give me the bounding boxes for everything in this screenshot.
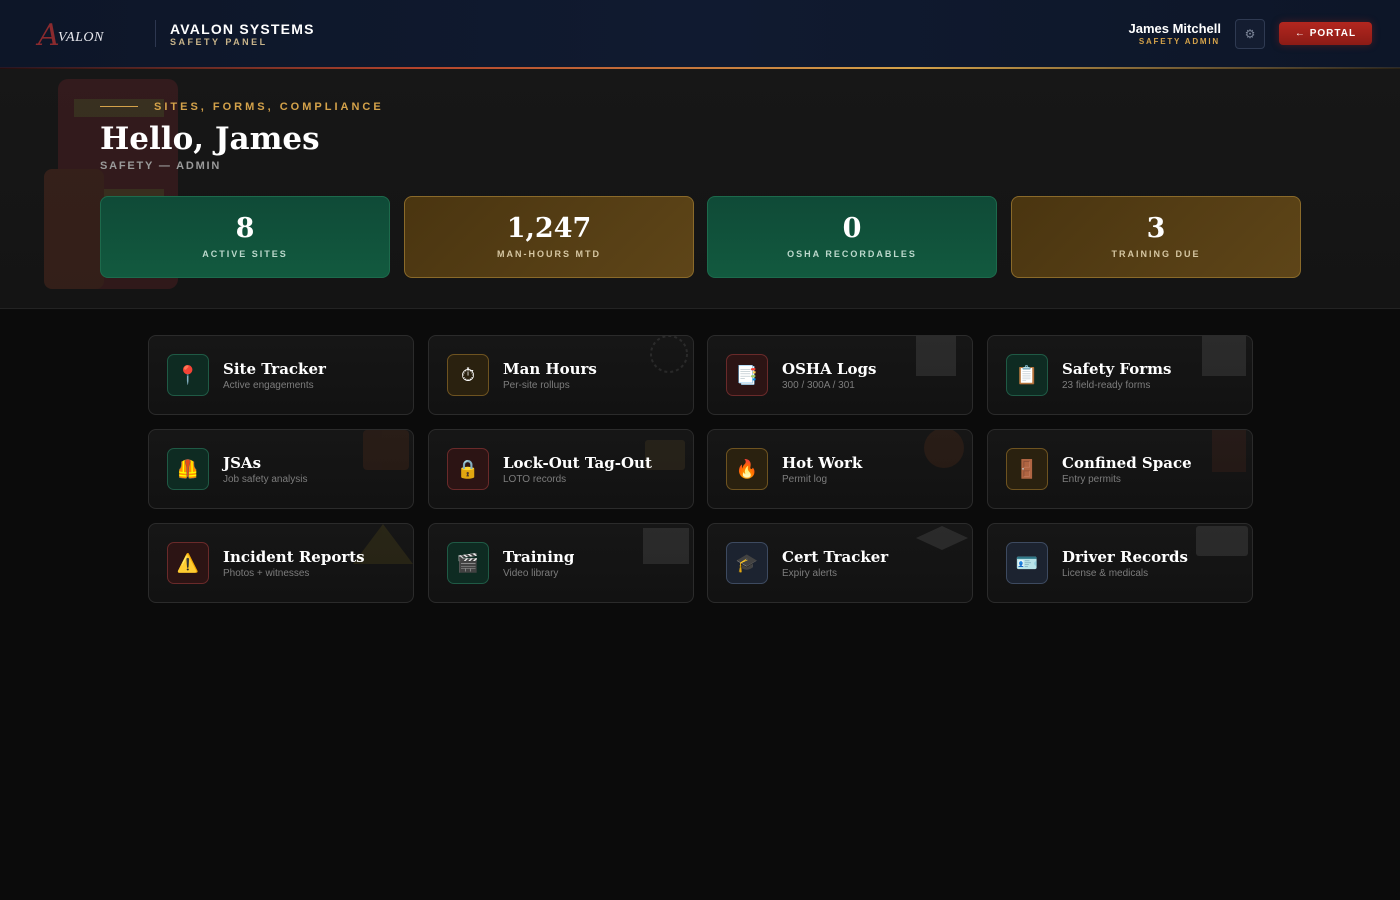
fire-icon: 🔥 (726, 448, 768, 490)
tile-man-hours[interactable]: ⏱ Man Hours Per-site rollups (428, 335, 694, 415)
eyebrow-text: SITES, FORMS, COMPLIANCE (154, 101, 384, 113)
tile-subtitle: Expiry alerts (782, 568, 838, 579)
stat-card-active-sites[interactable]: 8 ACTIVE SITES (100, 196, 390, 278)
tile-subtitle: 300 / 300A / 301 (782, 380, 855, 391)
user-name: James Mitchell (1128, 21, 1222, 36)
gear-icon: ⚙ (1244, 27, 1256, 41)
portal-button[interactable]: ← PORTAL (1279, 22, 1372, 45)
hero-section: SITES, FORMS, COMPLIANCE Hello, James SA… (0, 69, 1400, 309)
tile-subtitle: LOTO records (503, 474, 567, 485)
clapperboard-icon: 🎬 (447, 542, 489, 584)
graduation-cap-ghost-icon (916, 526, 968, 550)
page-title: Hello, James (100, 121, 320, 157)
tile-title: Site Tracker (223, 360, 326, 378)
clapperboard-ghost-icon (643, 528, 689, 564)
stat-value: 8 (235, 213, 255, 244)
door-ghost-icon (1212, 430, 1246, 472)
tile-title: Training (503, 548, 575, 566)
avalon-logo[interactable]: A VALON (38, 20, 118, 52)
fire-ghost-icon (924, 430, 964, 468)
tile-title: Confined Space (1062, 454, 1192, 472)
tile-confined-space[interactable]: 🚪 Confined Space Entry permits (987, 429, 1253, 509)
brand-divider (155, 20, 156, 47)
stat-label: MAN-HOURS MTD (497, 249, 601, 259)
tile-subtitle: Photos + witnesses (223, 568, 310, 579)
map-pin-icon: 📍 (167, 354, 209, 396)
top-header: A VALON AVALON SYSTEMS SAFETY PANEL Jame… (0, 0, 1400, 68)
tile-incident-reports[interactable]: ⚠️ Incident Reports Photos + witnesses (148, 523, 414, 603)
id-card-icon: 🪪 (1006, 542, 1048, 584)
brand-subtitle: SAFETY PANEL (170, 37, 268, 47)
brand-title: AVALON SYSTEMS (170, 21, 315, 37)
tile-subtitle: Job safety analysis (223, 474, 308, 485)
tile-title: OSHA Logs (782, 360, 877, 378)
safety-vest-icon: 🦺 (167, 448, 209, 490)
door-icon: 🚪 (1006, 448, 1048, 490)
graduation-cap-icon: 🎓 (726, 542, 768, 584)
stat-card-man-hours[interactable]: 1,247 MAN-HOURS MTD (404, 196, 694, 278)
tile-subtitle: Video library (503, 568, 559, 579)
eyebrow-line (100, 106, 138, 107)
stat-card-training-due[interactable]: 3 TRAINING DUE (1011, 196, 1301, 278)
settings-button[interactable]: ⚙ (1235, 19, 1265, 49)
document-ghost-icon (916, 336, 956, 376)
tile-title: Hot Work (782, 454, 863, 472)
role-line: SAFETY — ADMIN (100, 160, 222, 172)
tile-jsas[interactable]: 🦺 JSAs Job safety analysis (148, 429, 414, 509)
tile-subtitle: Active engagements (223, 380, 314, 391)
document-icon: 📑 (726, 354, 768, 396)
warning-icon: ⚠️ (167, 542, 209, 584)
logo-letter: A (38, 18, 60, 53)
vest-ghost-icon (363, 430, 409, 470)
clipboard-ghost-icon (1202, 336, 1246, 376)
id-card-ghost-icon (1196, 526, 1248, 556)
tile-driver-records[interactable]: 🪪 Driver Records License & medicals (987, 523, 1253, 603)
tile-subtitle: 23 field-ready forms (1062, 380, 1151, 391)
tile-subtitle: Per-site rollups (503, 380, 570, 391)
padlock-icon: 🔒 (447, 448, 489, 490)
tile-training[interactable]: 🎬 Training Video library (428, 523, 694, 603)
stat-value: 3 (1146, 213, 1166, 244)
stat-label: OSHA RECORDABLES (787, 249, 917, 259)
tile-title: Driver Records (1062, 548, 1188, 566)
stat-value: 1,247 (506, 213, 592, 244)
tile-hot-work[interactable]: 🔥 Hot Work Permit log (707, 429, 973, 509)
stopwatch-ghost-icon (650, 336, 688, 373)
tile-title: Man Hours (503, 360, 597, 378)
user-role: SAFETY ADMIN (1138, 37, 1220, 46)
tile-title: Safety Forms (1062, 360, 1172, 378)
tile-cert-tracker[interactable]: 🎓 Cert Tracker Expiry alerts (707, 523, 973, 603)
stat-value: 0 (842, 213, 862, 244)
clipboard-icon: 📋 (1006, 354, 1048, 396)
tile-title: JSAs (223, 454, 262, 472)
tile-site-tracker[interactable]: 📍 Site Tracker Active engagements (148, 335, 414, 415)
tile-lockout-tagout[interactable]: 🔒 Lock-Out Tag-Out LOTO records (428, 429, 694, 509)
tile-title: Lock-Out Tag-Out (503, 454, 652, 472)
tile-osha-logs[interactable]: 📑 OSHA Logs 300 / 300A / 301 (707, 335, 973, 415)
tile-subtitle: License & medicals (1062, 568, 1149, 579)
tile-subtitle: Permit log (782, 474, 828, 485)
stat-card-osha-recordables[interactable]: 0 OSHA RECORDABLES (707, 196, 997, 278)
tile-title: Cert Tracker (782, 548, 889, 566)
logo-word: VALON (58, 30, 104, 45)
stat-label: TRAINING DUE (1111, 249, 1201, 259)
stopwatch-icon: ⏱ (447, 354, 489, 396)
tile-title: Incident Reports (223, 548, 365, 566)
tile-subtitle: Entry permits (1062, 474, 1121, 485)
stat-label: ACTIVE SITES (202, 249, 288, 259)
tile-safety-forms[interactable]: 📋 Safety Forms 23 field-ready forms (987, 335, 1253, 415)
